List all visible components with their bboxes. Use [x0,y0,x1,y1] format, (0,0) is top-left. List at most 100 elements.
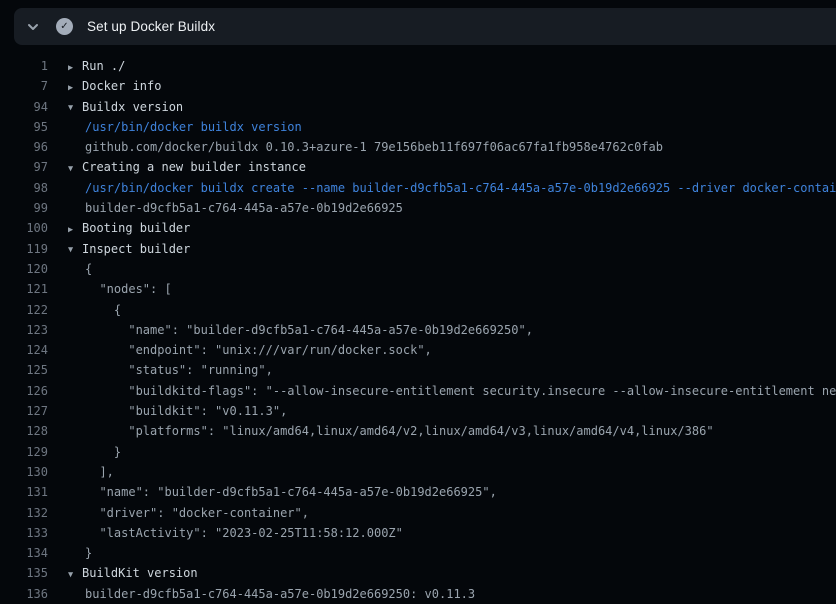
line-number[interactable]: 130 [0,462,48,482]
log-line: 100 ▶Booting builder [0,218,836,238]
group-title[interactable]: Run ./ [82,59,125,73]
expand-toggle-icon[interactable]: ▶ [68,78,82,97]
group-title[interactable]: Buildx version [82,100,183,114]
output-text: "status": "running", [85,363,273,377]
line-number[interactable]: 95 [0,117,48,137]
log-text: /usr/bin/docker buildx version [68,117,836,137]
line-number[interactable]: 132 [0,503,48,523]
log-line: 96 github.com/docker/buildx 0.10.3+azure… [0,137,836,157]
output-text: "endpoint": "unix:///var/run/docker.sock… [85,343,432,357]
line-number[interactable]: 96 [0,137,48,157]
line-number[interactable]: 133 [0,523,48,543]
log-text: ▶Run ./ [68,56,836,76]
line-number[interactable]: 122 [0,300,48,320]
step-header[interactable]: ✓ Set up Docker Buildx [14,8,836,45]
line-number[interactable]: 100 [0,218,48,238]
group-title[interactable]: Booting builder [82,221,190,235]
line-number[interactable]: 120 [0,259,48,279]
command-text: /usr/bin/docker buildx create --name bui… [85,181,836,195]
log-line: 130 ], [0,462,836,482]
log-text: "platforms": "linux/amd64,linux/amd64/v2… [68,421,836,441]
output-text: "lastActivity": "2023-02-25T11:58:12.000… [85,526,403,540]
log-line: 119 ▼Inspect builder [0,239,836,259]
log-text: "endpoint": "unix:///var/run/docker.sock… [68,340,836,360]
output-text: } [85,445,121,459]
line-number[interactable]: 94 [0,97,48,117]
check-circle-icon: ✓ [56,18,73,35]
log-lines: 1 ▶Run ./ 7 ▶Docker info 94 ▼Buildx vers… [0,56,836,604]
log-text: ▼Inspect builder [68,239,836,259]
output-text: "name": "builder-d9cfb5a1-c764-445a-a57e… [85,323,533,337]
output-text: ], [85,465,114,479]
line-number[interactable]: 1 [0,56,48,76]
log-line: 123 "name": "builder-d9cfb5a1-c764-445a-… [0,320,836,340]
output-text: "buildkitd-flags": "--allow-insecure-ent… [85,384,836,398]
log-line: 136 builder-d9cfb5a1-c764-445a-a57e-0b19… [0,584,836,604]
group-title[interactable]: Creating a new builder instance [82,160,306,174]
output-text: "name": "builder-d9cfb5a1-c764-445a-a57e… [85,485,497,499]
line-number[interactable]: 128 [0,421,48,441]
log-line: 99 builder-d9cfb5a1-c764-445a-a57e-0b19d… [0,198,836,218]
line-number[interactable]: 131 [0,482,48,502]
output-text: "driver": "docker-container", [85,506,309,520]
line-number[interactable]: 134 [0,543,48,563]
group-title[interactable]: Docker info [82,79,161,93]
collapse-toggle-icon[interactable]: ▼ [68,240,82,259]
log-line: 120 { [0,259,836,279]
log-text: } [68,543,836,563]
line-number[interactable]: 126 [0,381,48,401]
line-number[interactable]: 124 [0,340,48,360]
log-text: "lastActivity": "2023-02-25T11:58:12.000… [68,523,836,543]
line-number[interactable]: 123 [0,320,48,340]
line-number[interactable]: 7 [0,76,48,96]
log-line: 125 "status": "running", [0,360,836,380]
line-number[interactable]: 127 [0,401,48,421]
log-text: /usr/bin/docker buildx create --name bui… [68,178,836,198]
log-text: ▶Booting builder [68,218,836,238]
log-line: 94 ▼Buildx version [0,97,836,117]
log-text: ], [68,462,836,482]
log-line: 126 "buildkitd-flags": "--allow-insecure… [0,381,836,401]
log-text: ▼BuildKit version [68,563,836,583]
log-line: 131 "name": "builder-d9cfb5a1-c764-445a-… [0,482,836,502]
log-text: builder-d9cfb5a1-c764-445a-a57e-0b19d2e6… [68,584,836,604]
chevron-down-icon[interactable] [24,18,42,36]
log-text: "driver": "docker-container", [68,503,836,523]
line-number[interactable]: 97 [0,157,48,177]
log-text: "name": "builder-d9cfb5a1-c764-445a-a57e… [68,320,836,340]
log-text: ▼Creating a new builder instance [68,157,836,177]
log-line: 127 "buildkit": "v0.11.3", [0,401,836,421]
log-line: 135 ▼BuildKit version [0,563,836,583]
output-text: "buildkit": "v0.11.3", [85,404,287,418]
log-text: "name": "builder-d9cfb5a1-c764-445a-a57e… [68,482,836,502]
collapse-toggle-icon[interactable]: ▼ [68,565,82,584]
check-glyph: ✓ [60,21,68,32]
log-text: "buildkit": "v0.11.3", [68,401,836,421]
collapse-toggle-icon[interactable]: ▼ [68,159,82,178]
expand-toggle-icon[interactable]: ▶ [68,220,82,239]
log-text: ▼Buildx version [68,97,836,117]
line-number[interactable]: 121 [0,279,48,299]
line-number[interactable]: 135 [0,563,48,583]
line-number[interactable]: 98 [0,178,48,198]
collapse-toggle-icon[interactable]: ▼ [68,98,82,117]
output-text: } [85,546,92,560]
expand-toggle-icon[interactable]: ▶ [68,58,82,77]
log-text: github.com/docker/buildx 0.10.3+azure-1 … [68,137,836,157]
group-title[interactable]: BuildKit version [82,566,198,580]
log-line: 133 "lastActivity": "2023-02-25T11:58:12… [0,523,836,543]
log-line: 1 ▶Run ./ [0,56,836,76]
log-line: 97 ▼Creating a new builder instance [0,157,836,177]
line-number[interactable]: 99 [0,198,48,218]
log-text: "nodes": [ [68,279,836,299]
line-number[interactable]: 125 [0,360,48,380]
line-number[interactable]: 129 [0,442,48,462]
output-text: builder-d9cfb5a1-c764-445a-a57e-0b19d2e6… [85,587,475,601]
group-title[interactable]: Inspect builder [82,242,190,256]
line-number[interactable]: 136 [0,584,48,604]
line-number[interactable]: 119 [0,239,48,259]
output-text: "platforms": "linux/amd64,linux/amd64/v2… [85,424,714,438]
log-line: 132 "driver": "docker-container", [0,503,836,523]
log-line: 129 } [0,442,836,462]
log-line: 128 "platforms": "linux/amd64,linux/amd6… [0,421,836,441]
